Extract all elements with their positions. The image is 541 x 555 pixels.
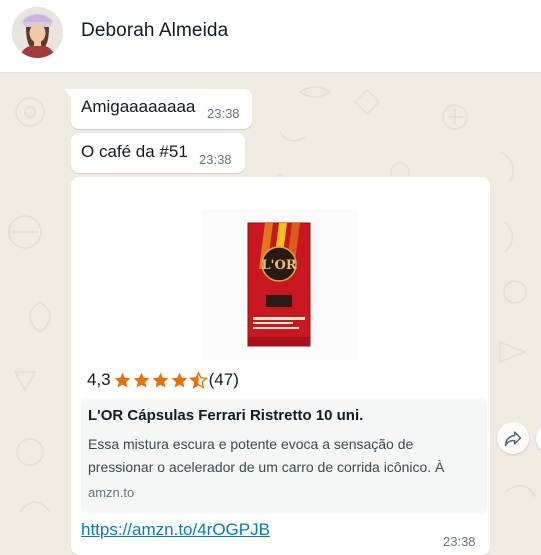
message-text: Amigaaaaaaaa: [81, 97, 196, 116]
star-full-icon: [152, 372, 169, 388]
avatar-icon: [12, 7, 63, 58]
rating-stars: [113, 370, 208, 390]
preview-title: L'OR Cápsulas Ferrari Ristretto 10 uni.: [88, 407, 364, 424]
star-half-icon: [188, 370, 208, 389]
contact-name[interactable]: Deborah Almeida: [81, 20, 228, 42]
brand-logo-text: L'OR: [261, 258, 296, 273]
message-bubble[interactable]: O café da #51 23:38: [71, 133, 245, 173]
message-time: 23:38: [443, 534, 476, 549]
link-preview-card[interactable]: L'OR Cápsulas Ferrari Ristretto 10 uni. …: [81, 399, 487, 513]
message-link[interactable]: https://amzn.to/4rOGPJB: [81, 520, 270, 540]
star-full-icon: [171, 372, 188, 388]
message-bubble[interactable]: Amigaaaaaaaa 23:38: [64, 89, 252, 129]
product-image[interactable]: L'OR: [201, 209, 358, 360]
message-text: O café da #51: [81, 142, 188, 161]
star-full-icon: [114, 372, 131, 388]
bubble-tail-icon: [64, 89, 76, 102]
link-preview-message[interactable]: L'OR 4,3 (47) L'OR Cápsulas Ferrari Rist…: [71, 177, 490, 555]
message-time: 23:38: [199, 152, 232, 167]
chat-area[interactable]: Amigaaaaaaaa 23:38 O café da #51 23:38 L…: [0, 72, 541, 555]
contact-avatar[interactable]: [12, 7, 63, 58]
chat-header[interactable]: Deborah Almeida: [0, 0, 541, 72]
preview-domain: amzn.to: [88, 485, 135, 500]
message-time: 23:38: [207, 106, 240, 121]
rating-count: (47): [208, 370, 239, 389]
coffee-box-image: L'OR: [201, 209, 358, 360]
preview-description: Essa mistura escura e potente evoca a se…: [88, 436, 445, 475]
rating-value: 4,3: [87, 370, 111, 389]
forward-button[interactable]: [497, 422, 529, 454]
star-full-icon: [133, 372, 150, 388]
forward-icon: [504, 431, 522, 447]
rating-row: 4,3 (47): [87, 367, 239, 393]
